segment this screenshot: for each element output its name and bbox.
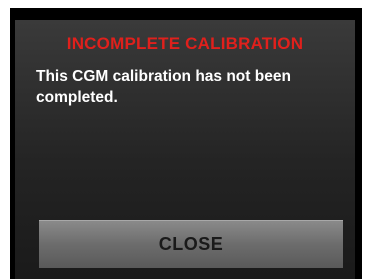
dialog-message: This CGM calibration has not been comple… [36, 68, 291, 106]
close-button[interactable]: CLOSE [39, 220, 343, 268]
dialog-title: INCOMPLETE CALIBRATION [66, 34, 304, 53]
calibration-dialog: INCOMPLETE CALIBRATION This CGM calibrat… [15, 20, 355, 279]
